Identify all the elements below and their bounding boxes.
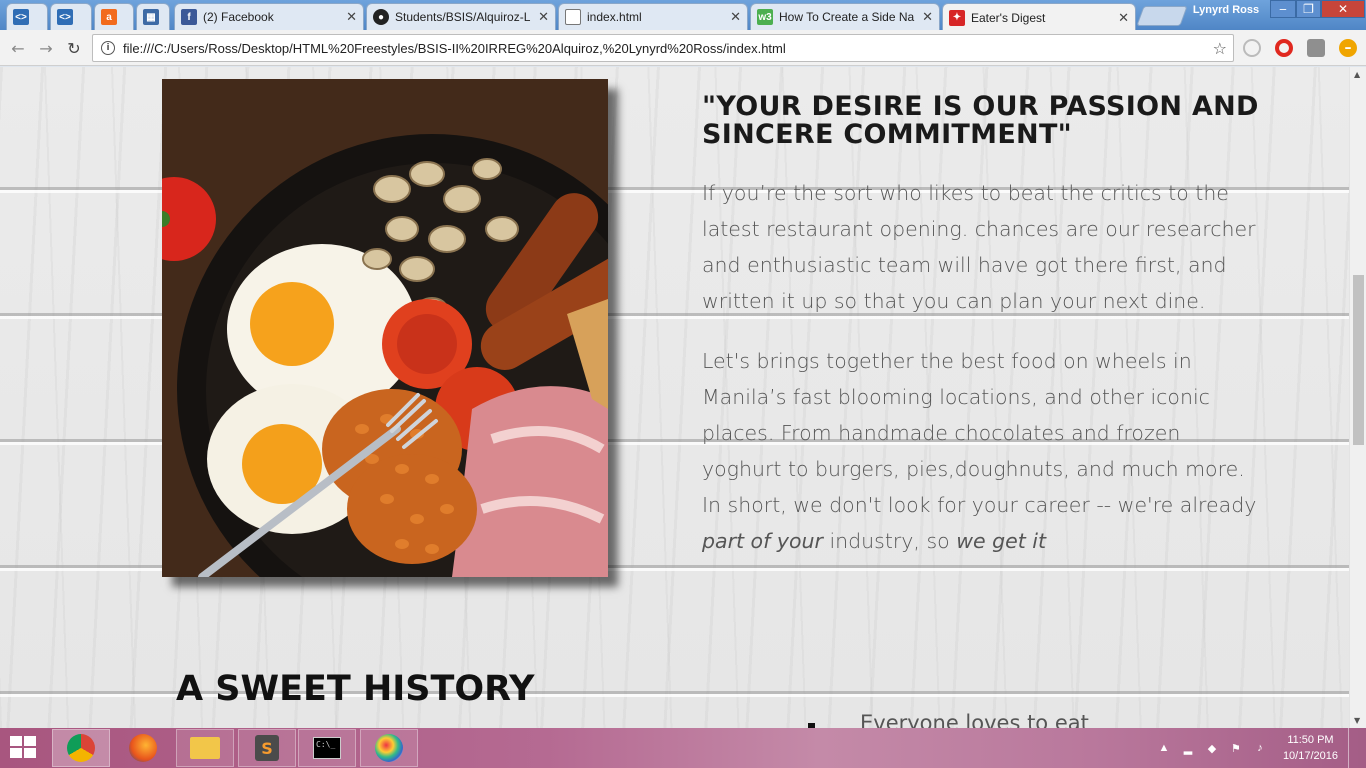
tab-code-2[interactable]: <> (50, 3, 92, 30)
reload-icon[interactable]: ↻ (64, 38, 84, 58)
clock-date: 10/17/2016 (1282, 750, 1338, 762)
about-text-mid: industry, so (822, 529, 957, 553)
browser-toolbar: ← → ↻ i file:///C:/Users/Ross/Desktop/HT… (0, 30, 1366, 66)
taskbar-sublime[interactable]: S (238, 729, 296, 767)
clock[interactable]: 11:50 PM 10/17/2016 (1283, 732, 1338, 764)
taskbar-chrome[interactable] (52, 729, 110, 767)
profile-name[interactable]: Lynyrd Ross (1188, 2, 1264, 18)
eaters-digest-icon: ✦ (949, 9, 965, 26)
clock-time: 11:50 PM (1287, 734, 1334, 746)
forward-arrow-icon[interactable]: → (36, 38, 56, 58)
tab-facebook[interactable]: f (2) Facebook ✕ (174, 3, 364, 30)
close-tab-icon[interactable]: ✕ (538, 9, 549, 25)
tab-eaters-digest[interactable]: ✦ Eater's Digest ✕ (942, 3, 1136, 31)
bookmark-star-icon[interactable]: ☆ (1213, 39, 1227, 58)
command-prompt-icon: C:\_ (313, 737, 341, 759)
maximize-button[interactable]: ❐ (1296, 0, 1321, 18)
close-tab-icon[interactable]: ✕ (922, 9, 933, 25)
taskbar-paint[interactable] (360, 729, 418, 767)
scroll-up-icon[interactable]: ▲ (1354, 70, 1360, 79)
taskbar-file-explorer[interactable] (176, 729, 234, 767)
tab-label: (2) Facebook (203, 10, 274, 24)
close-tab-icon[interactable]: ✕ (1118, 10, 1129, 26)
close-tab-icon[interactable]: ✕ (346, 9, 357, 25)
start-button[interactable] (10, 736, 38, 760)
network-icon[interactable]: ◆ (1205, 741, 1219, 755)
windows-taskbar: S C:\_ ▲ ▂ ◆ ⚑ ♪ 11:50 PM 10/17/2016 (0, 728, 1366, 768)
system-tray: ▲ ▂ ◆ ⚑ ♪ 11:50 PM 10/17/2016 (1157, 728, 1358, 768)
code-icon: <> (13, 9, 29, 25)
taskbar-firefox[interactable] (114, 729, 172, 767)
minimize-button[interactable]: ‒ (1270, 0, 1296, 18)
emphasis-text: part of your (702, 529, 823, 553)
scroll-down-icon[interactable]: ▼ (1354, 716, 1360, 725)
emphasis-text: we get it (956, 529, 1047, 553)
close-window-button[interactable]: ✕ (1321, 0, 1365, 18)
section-heading: A SWEET HISTORY (176, 669, 535, 709)
about-paragraph: Let's brings together the best food on w… (702, 343, 1262, 559)
facebook-icon: f (181, 9, 197, 25)
tab-avast[interactable]: a (94, 3, 134, 30)
signal-icon[interactable]: ▂ (1181, 741, 1195, 755)
chrome-icon (67, 734, 95, 762)
english-breakfast-photo (162, 79, 608, 577)
firefox-icon (129, 734, 157, 762)
show-desktop-button[interactable] (1348, 728, 1358, 768)
avast-icon: a (101, 9, 117, 25)
browser-tab-strip: <> <> a ▦ f (2) Facebook ✕ ● Students/BS… (0, 0, 1366, 31)
tab-label: Eater's Digest (971, 10, 1046, 25)
sublime-text-icon: S (255, 735, 279, 761)
code-icon: <> (57, 9, 73, 25)
vertical-scrollbar[interactable]: ▲ ▼ (1349, 67, 1366, 728)
file-explorer-icon (190, 737, 220, 759)
tab-index-html[interactable]: index.html ✕ (558, 3, 748, 30)
file-icon (565, 9, 581, 25)
action-center-icon[interactable]: ⚑ (1229, 741, 1243, 755)
page-viewport: "YOUR DESIRE IS OUR PASSION AND SINCERE … (0, 67, 1349, 728)
opera-icon[interactable] (1275, 39, 1293, 57)
taskbar-cmd[interactable]: C:\_ (298, 729, 356, 767)
page-quote-heading: "YOUR DESIRE IS OUR PASSION AND SINCERE … (702, 91, 1259, 150)
back-arrow-icon[interactable]: ← (8, 38, 28, 58)
tab-github[interactable]: ● Students/BSIS/Alquiroz-L ✕ (366, 3, 556, 30)
tab-code-1[interactable]: <> (6, 3, 48, 30)
about-text: Let's brings together the best food on w… (702, 349, 1257, 517)
volume-icon[interactable]: ♪ (1253, 741, 1267, 755)
extension-puzzle-icon[interactable] (1307, 39, 1325, 57)
intro-paragraph: If you’re the sort who likes to beat the… (702, 181, 1256, 313)
w3schools-icon: w3 (757, 9, 773, 25)
info-icon[interactable]: i (101, 41, 115, 55)
grid-icon: ▦ (143, 9, 159, 25)
list-item: Everyone loves to eat (860, 711, 1089, 728)
tab-grid[interactable]: ▦ (136, 3, 170, 30)
address-bar[interactable]: i file:///C:/Users/Ross/Desktop/HTML%20F… (92, 34, 1234, 62)
tab-w3schools[interactable]: w3 How To Create a Side Na ✕ (750, 3, 940, 30)
github-icon: ● (373, 9, 389, 25)
scrollbar-thumb[interactable] (1353, 275, 1364, 445)
show-hidden-icons-icon[interactable]: ▲ (1157, 741, 1171, 755)
new-tab-button[interactable] (1136, 6, 1188, 26)
tab-label: Students/BSIS/Alquiroz-L (395, 10, 531, 24)
paint-icon (375, 734, 403, 762)
url-text[interactable]: file:///C:/Users/Ross/Desktop/HTML%20Fre… (123, 41, 1213, 56)
tab-label: How To Create a Side Na (779, 10, 915, 24)
close-tab-icon[interactable]: ✕ (730, 9, 741, 25)
menu-icon[interactable]: – (1339, 39, 1357, 57)
tab-label: index.html (587, 10, 642, 24)
extension-icon[interactable] (1243, 39, 1261, 57)
